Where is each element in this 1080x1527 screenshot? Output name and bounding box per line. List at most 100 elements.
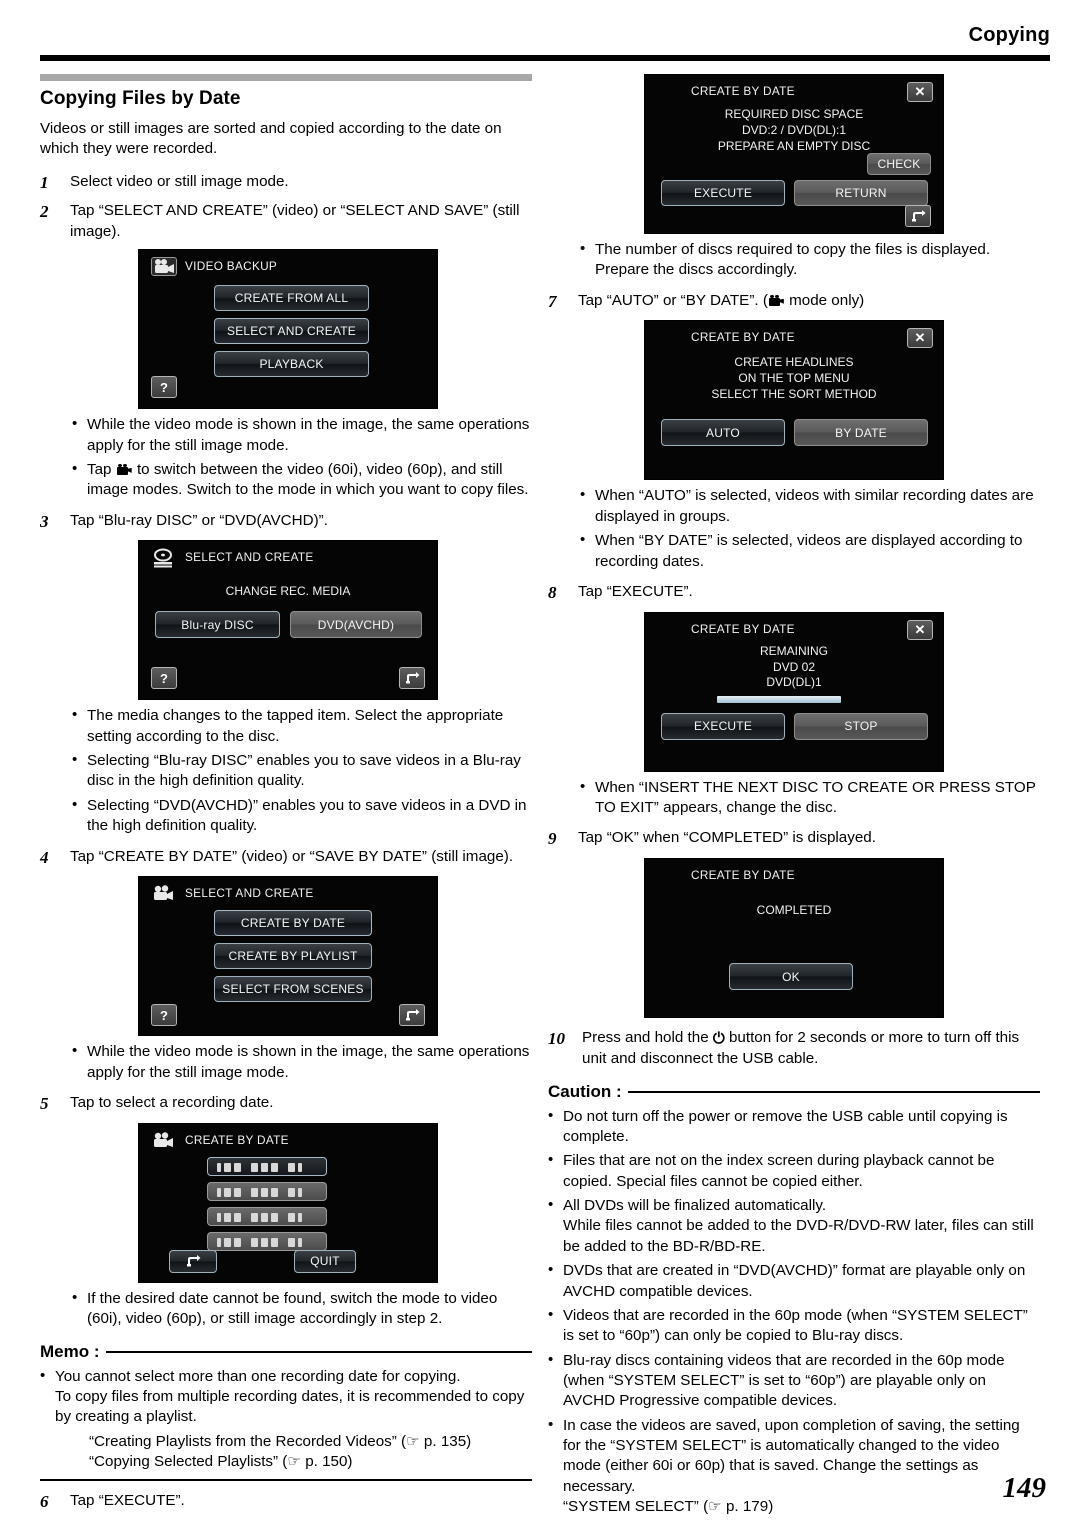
step-3: 3 Tap “Blu-ray DISC” or “DVD(AVCHD)”. [40,511,532,534]
disc-icon [152,548,174,568]
button-select-from-scenes[interactable]: SELECT FROM SCENES [214,976,372,1003]
date-row[interactable] [207,1231,327,1251]
help-button[interactable]: ? [151,1004,177,1027]
memo-item: You cannot select more than one recordin… [40,1366,532,1428]
step-10-number: 10 [548,1029,565,1049]
step-3-text: Tap “Blu-ray DISC” or “DVD(AVCHD)”. [70,511,328,529]
step-6-text: Tap “EXECUTE”. [70,1492,185,1510]
close-icon[interactable]: ✕ [907,328,933,349]
button-execute[interactable]: EXECUTE [661,180,785,206]
step-8-text: Tap “EXECUTE”. [578,582,693,600]
bullet-item: While the video mode is shown in the ima… [72,1041,532,1083]
step-1-text: Select video or still image mode. [70,172,289,190]
step-7-number: 7 [548,291,557,311]
lcd-title: CREATE BY DATE [691,621,795,636]
right-column: CREATE BY DATE ✕ REQUIRED DISC SPACE DVD… [548,74,1040,1527]
caution-item: All DVDs will be finalized automatically… [548,1195,1040,1257]
check-button[interactable]: CHECK [867,153,931,175]
button-playback[interactable]: PLAYBACK [214,351,369,378]
back-arrow-icon[interactable] [905,205,931,227]
video-camera-icon [151,885,175,901]
step-2-text: Tap “SELECT AND CREATE” (video) or “SELE… [70,202,520,240]
bullet-item: Selecting “Blu-ray DISC” enables you to … [72,750,532,792]
button-select-and-create[interactable]: SELECT AND CREATE [214,318,369,345]
bullets-after-step-4: While the video mode is shown in the ima… [72,1041,532,1083]
button-create-by-playlist[interactable]: CREATE BY PLAYLIST [214,943,372,970]
header-rule [40,55,1050,61]
lcd-title: CREATE BY DATE [185,1132,289,1147]
page-number: 149 [1002,1472,1047,1504]
lcd-title: SELECT AND CREATE [185,886,314,901]
button-dvd-avchd[interactable]: DVD(AVCHD) [290,611,422,639]
step-7-pre: Tap “AUTO” or “BY DATE”. ( [578,291,768,309]
bullet-item: Selecting “DVD(AVCHD)” enables you to sa… [72,795,532,837]
memo-refs: “Creating Playlists from the Recorded Vi… [72,1432,532,1473]
button-create-by-date[interactable]: CREATE BY DATE [214,910,372,937]
lcd-message: COMPLETED [756,903,832,918]
quit-button[interactable]: QUIT [294,1249,356,1273]
date-row[interactable] [207,1206,327,1226]
step-1-number: 1 [40,172,49,192]
lcd-change-rec-media: SELECT AND CREATE CHANGE REC. MEDIA Blu-… [138,540,438,701]
progress-bar [717,695,841,703]
step-4-number: 4 [40,847,49,867]
ok-button[interactable]: OK [729,963,853,991]
bullets-after-step-7: When “AUTO” is selected, videos with sim… [580,485,1040,571]
section-title: Copying Files by Date [40,88,241,109]
step-9: 9 Tap “OK” when “COMPLETED” is displayed… [548,828,1040,851]
caution-item: DVDs that are created in “DVD(AVCHD)” fo… [548,1260,1040,1302]
memo-list: You cannot select more than one recordin… [40,1366,532,1428]
back-arrow-icon[interactable] [399,667,425,690]
back-arrow-icon[interactable] [399,1004,425,1027]
button-execute[interactable]: EXECUTE [661,712,785,740]
button-return[interactable]: RETURN [794,180,928,206]
lcd-completed: CREATE BY DATE COMPLETED OK [644,858,944,1019]
step-9-text: Tap “OK” when “COMPLETED” is displayed. [578,829,876,847]
lcd-title: VIDEO BACKUP [185,259,278,274]
lcd-title: CREATE BY DATE [691,84,795,98]
video-camera-icon [151,257,177,277]
close-icon[interactable]: ✕ [907,82,933,102]
bullet-pre: Tap [87,460,116,478]
caution-list: Do not turn off the power or remove the … [548,1106,1040,1518]
step-10-pre: Press and hold the [582,1029,713,1047]
step-9-number: 9 [548,829,557,849]
step-3-number: 3 [40,511,49,531]
caution-item: Blu-ray discs containing videos that are… [548,1350,1040,1412]
date-row[interactable] [207,1181,327,1201]
step-5: 5 Tap to select a recording date. [40,1093,532,1116]
bullet-post: to switch between the video (60i), video… [87,460,529,499]
button-stop[interactable]: STOP [794,712,928,740]
lcd-title: CREATE BY DATE [691,868,795,883]
lcd-create-by-date-list: CREATE BY DATE QUIT [138,1122,438,1283]
button-by-date[interactable]: BY DATE [794,419,928,447]
button-auto[interactable]: AUTO [661,419,785,447]
help-button[interactable]: ? [151,667,177,690]
date-row[interactable] [207,1156,327,1176]
memo-rule [105,1350,532,1353]
bullet-item: The number of discs required to copy the… [580,239,1040,281]
step-2-number: 2 [40,202,49,222]
power-icon: ⏻ [712,1030,725,1048]
lcd-title: CREATE BY DATE [691,330,795,345]
button-blu-ray-disc[interactable]: Blu-ray DISC [155,611,280,639]
lcd-message: REQUIRED DISC SPACE DVD:2 / DVD(DL):1 PR… [717,107,871,153]
caution-rule [627,1090,1040,1093]
step-7: 7 Tap “AUTO” or “BY DATE”. ( mode only) [548,291,1040,314]
bullet-item: If the desired date cannot be found, swi… [72,1288,532,1330]
step-5-number: 5 [40,1094,49,1114]
back-arrow-icon[interactable] [169,1249,217,1273]
section-intro: Videos or still images are sorted and co… [40,120,502,158]
lcd-video-backup: VIDEO BACKUP CREATE FROM ALL SELECT AND … [138,249,438,410]
bullets-after-step-8: When “INSERT THE NEXT DISC TO CREATE OR … [580,777,1040,819]
lcd-message: CHANGE REC. MEDIA [225,584,351,599]
button-create-from-all[interactable]: CREATE FROM ALL [214,285,369,312]
caution-header: Caution : [548,1082,1040,1102]
video-camera-icon [151,1132,175,1148]
help-button[interactable]: ? [151,376,177,399]
lcd-message: CREATE HEADLINES ON THE TOP MENU SELECT … [711,355,877,402]
bullets-after-step-3: The media changes to the tapped item. Se… [72,705,532,837]
bullet-item: Tap to switch between the video (60i), v… [72,459,532,501]
close-icon[interactable]: ✕ [907,619,933,640]
lcd-title: SELECT AND CREATE [185,550,314,565]
